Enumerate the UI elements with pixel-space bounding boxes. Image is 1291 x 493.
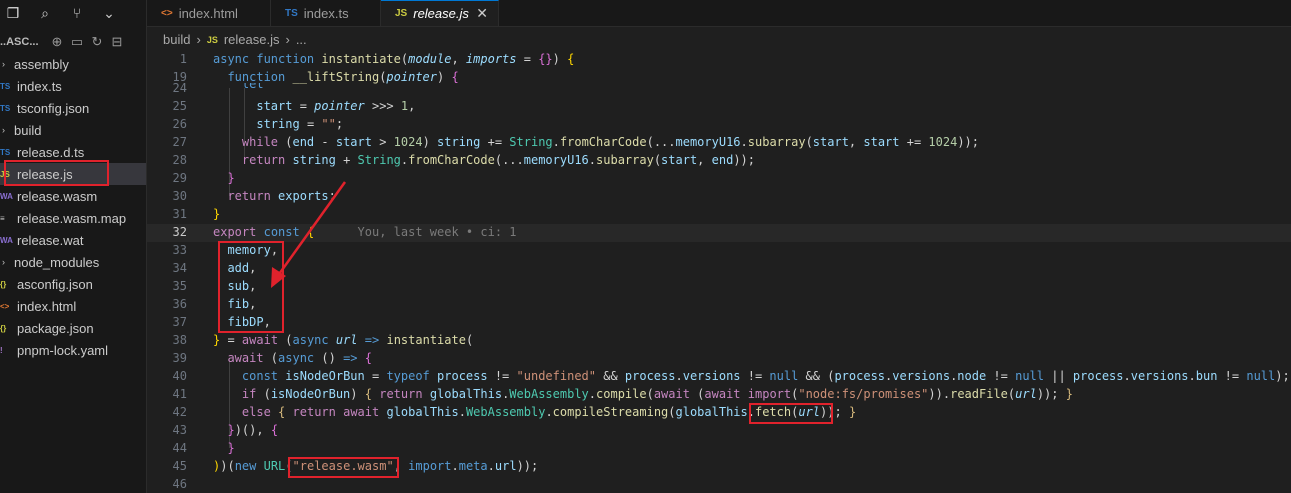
new-file-icon[interactable]: ⊕ — [50, 34, 64, 50]
tree-item-label: tsconfig.json — [17, 100, 90, 116]
tree-item-release-wat[interactable]: WA release.wat — [0, 229, 146, 251]
breadcrumb-file[interactable]: release.js — [224, 32, 280, 47]
js-file-icon: JS — [395, 8, 408, 19]
tree-item-asconfig-json[interactable]: {} asconfig.json — [0, 273, 146, 295]
tab-label: index.ts — [303, 5, 349, 21]
tree-item-label: index.ts — [17, 78, 62, 94]
file-type-icon: TS — [0, 81, 11, 91]
files-icon[interactable]: ❐ — [4, 4, 22, 22]
chevron-down-icon[interactable]: ⌄ — [100, 4, 118, 22]
breadcrumb-symbol[interactable]: ... — [296, 32, 307, 47]
file-tree: › assembly TS index.ts TS tsconfig.json › build… — [0, 53, 146, 361]
tab-label: index.html — [178, 5, 238, 21]
explorer-header: ..ASC... ⊕ ▭ ↻ ⊟ — [0, 32, 146, 52]
code-editor[interactable]: 1 19 24 25 26 27 28 29 30 31 32 33 34 35 36 37 38 39 40 41 4… — [147, 52, 1291, 493]
file-type-icon: ≡ — [0, 213, 5, 223]
tree-item-label: release.d.ts — [17, 144, 85, 160]
breadcrumb: build › JS release.js › ... — [163, 32, 307, 47]
refresh-icon[interactable]: ↻ — [90, 34, 104, 50]
file-type-icon: {} — [0, 279, 7, 289]
html-file-icon: <> — [161, 7, 173, 19]
search-icon[interactable]: ⌕ — [36, 4, 54, 22]
file-type-icon: TS — [0, 147, 11, 157]
arrow-line — [275, 181, 347, 278]
tree-item-label: release.wasm — [17, 188, 98, 204]
tab-bar: <> index.html TS index.ts JS release.js … — [147, 0, 1291, 27]
chevron-right-icon: › — [2, 59, 5, 69]
tree-item-label: pnpm-lock.yaml — [17, 342, 109, 358]
tree-item-package-json[interactable]: {} package.json — [0, 317, 146, 339]
tree-item-index-html[interactable]: <> index.html — [0, 295, 146, 317]
collapse-all-icon[interactable]: ⊟ — [110, 34, 124, 50]
tree-item-index-ts[interactable]: TS index.ts — [0, 75, 146, 97]
annotation-arrow — [271, 181, 347, 288]
source-control-icon[interactable]: ⑂ — [68, 4, 86, 22]
tree-item-node-modules[interactable]: › node_modules — [0, 251, 146, 273]
chevron-right-icon: › — [2, 125, 5, 135]
explorer-sidebar: ❐ ⌕ ⑂ ⌄ ..ASC... ⊕ ▭ ↻ ⊟ › assembly TS inde… — [0, 0, 147, 493]
tree-item-release-wasm-map[interactable]: ≡ release.wasm.map — [0, 207, 146, 229]
tree-item-label: package.json — [17, 320, 94, 336]
tree-item-pnpm-lock-yaml[interactable]: ! pnpm-lock.yaml — [0, 339, 146, 361]
ts-file-icon: TS — [285, 7, 298, 19]
tree-item-label: index.html — [17, 298, 77, 314]
file-type-icon: WA — [0, 191, 13, 201]
tree-item-release-wasm[interactable]: WA release.wasm — [0, 185, 146, 207]
file-type-icon: TS — [0, 103, 11, 113]
js-file-icon: JS — [206, 34, 218, 45]
tree-item-assembly[interactable]: › assembly — [0, 53, 146, 75]
tree-item-build[interactable]: › build — [0, 119, 146, 141]
file-type-icon: WA — [0, 235, 13, 245]
activity-bar: ❐ ⌕ ⑂ ⌄ — [4, 3, 118, 23]
file-type-icon: ! — [0, 345, 3, 355]
explorer-title: ..ASC... — [0, 36, 39, 48]
chevron-right-icon: › — [2, 257, 5, 267]
highlight-box-release-js — [4, 160, 109, 186]
breadcrumb-folder[interactable]: build — [163, 32, 190, 47]
tree-item-label: release.wasm.map — [17, 210, 127, 226]
arrow-head-icon — [271, 267, 286, 288]
file-type-icon: {} — [0, 323, 7, 333]
breadcrumb-separator: › — [196, 32, 201, 47]
tab-label: release.js — [413, 6, 469, 21]
tab-index-ts[interactable]: TS index.ts — [271, 0, 381, 26]
tree-item-label: node_modules — [14, 254, 100, 270]
new-folder-icon[interactable]: ▭ — [70, 34, 84, 50]
tree-item-label: release.wat — [17, 232, 84, 248]
breadcrumb-separator: › — [285, 32, 290, 47]
close-icon[interactable]: ✕ — [476, 5, 488, 22]
tree-item-tsconfig-json[interactable]: TS tsconfig.json — [0, 97, 146, 119]
tree-item-label: build — [14, 122, 42, 138]
tab-index-html[interactable]: <> index.html — [147, 0, 271, 26]
tree-item-label: assembly — [14, 56, 69, 72]
file-type-icon: <> — [0, 301, 10, 311]
tab-release-js[interactable]: JS release.js ✕ — [381, 0, 499, 26]
tree-item-label: asconfig.json — [17, 276, 93, 292]
